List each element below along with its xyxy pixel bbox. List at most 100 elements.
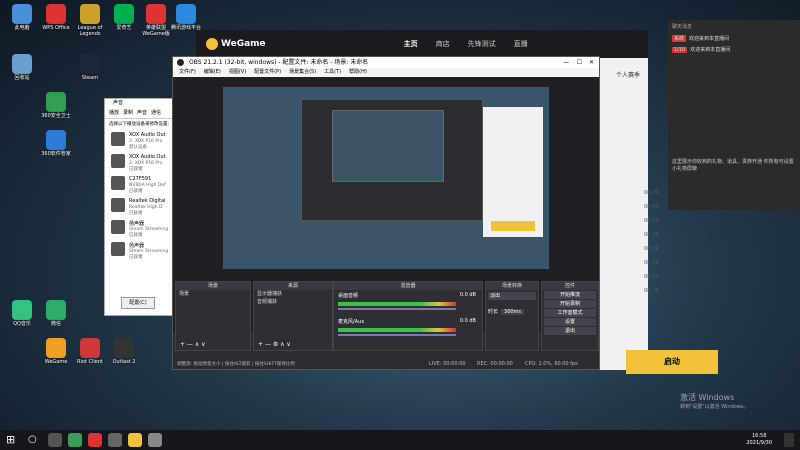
wegame-topbar: WeGame 主页 商店 先锋测试 直播 bbox=[196, 30, 648, 58]
sources-dock: 来源 显示器捕获 音频捕获 + — ⚙ ∧ ∨ bbox=[253, 281, 333, 351]
obs-control-button[interactable]: 退出 bbox=[544, 327, 596, 335]
clock-date: 2021/9/30 bbox=[746, 440, 772, 446]
windows-start-icon[interactable]: ⊞ bbox=[6, 433, 20, 447]
launch-button[interactable]: 启动 bbox=[626, 350, 718, 374]
obs-menubar: 文件(F) 编辑(E) 视图(V) 配置文件(P) 场景集合(S) 工具(T) 帮助(H) bbox=[173, 68, 599, 77]
transition-select[interactable]: 淡出 bbox=[488, 292, 536, 300]
duration-label: 时长 bbox=[488, 309, 499, 315]
chat-notice: 这里展示你收到的礼物、道具、贵族开通 你所有可设置小礼物屏蔽 bbox=[672, 159, 794, 172]
mixer-title: 混音器 bbox=[334, 282, 482, 290]
device-state: 已就绪 bbox=[129, 233, 143, 238]
app-icon bbox=[46, 92, 66, 112]
sound-tab[interactable]: 声音 bbox=[137, 109, 147, 116]
wegame-taskbar-icon[interactable] bbox=[128, 433, 142, 447]
minimize-icon[interactable]: — bbox=[563, 57, 569, 68]
desktop-icon[interactable]: 360软件管家 bbox=[36, 130, 76, 170]
speaker-icon bbox=[111, 220, 125, 234]
wegame-date: 08-29 bbox=[644, 190, 659, 196]
source-item-audio[interactable]: 音频捕获 bbox=[254, 298, 332, 306]
config-button[interactable]: 配置(C) bbox=[121, 297, 155, 309]
obs-preview-canvas[interactable] bbox=[223, 87, 549, 269]
mixer-track-name: 麦克风/Aux bbox=[338, 319, 365, 325]
activation-title: 激活 Windows bbox=[680, 393, 735, 402]
transition-dock: 场景转换 淡出 时长 300ms bbox=[485, 281, 539, 351]
wegame-date-list: 08-29 08-29 08-29 08-29 08-29 08-29 08-29 08-29 bbox=[644, 190, 664, 302]
mixer-track: 麦克风/Aux 0.0 dB bbox=[334, 316, 482, 342]
volume-slider[interactable] bbox=[338, 308, 456, 310]
app-icon bbox=[80, 4, 100, 24]
browser-icon[interactable] bbox=[68, 433, 82, 447]
app-icon bbox=[80, 338, 100, 358]
app-icon[interactable] bbox=[88, 433, 102, 447]
volume-meter bbox=[338, 328, 456, 332]
sound-tab[interactable]: 播放 bbox=[109, 109, 119, 116]
obs-control-button[interactable]: 开始录制 bbox=[544, 300, 596, 308]
obs-control-button[interactable]: 开始推流 bbox=[544, 291, 596, 299]
desktop-icon[interactable]: Outlast 2 bbox=[104, 338, 144, 378]
nested-wegame-preview bbox=[483, 107, 543, 237]
mixer-track: 桌面音频 0.0 dB bbox=[334, 290, 482, 316]
sound-tab[interactable]: 通信 bbox=[151, 109, 161, 116]
obs-menu-item[interactable]: 帮助(H) bbox=[349, 68, 367, 77]
desktop-icon[interactable]: Steam bbox=[70, 54, 110, 94]
wegame-date: 08-29 bbox=[644, 274, 659, 280]
sound-taskbar-icon[interactable] bbox=[148, 433, 162, 447]
wegame-date: 08-29 bbox=[644, 246, 659, 252]
sources-title: 来源 bbox=[254, 282, 332, 290]
obs-menu-item[interactable]: 工具(T) bbox=[324, 68, 341, 77]
obs-menu-item[interactable]: 场景集合(S) bbox=[289, 68, 316, 77]
obs-menu-item[interactable]: 视图(V) bbox=[229, 68, 246, 77]
app-icon bbox=[46, 300, 66, 320]
desktop-icon-label: 回收站 bbox=[14, 75, 30, 81]
activation-subtitle: 转到"设置"以激活 Windows。 bbox=[680, 404, 749, 410]
app-icon bbox=[114, 338, 134, 358]
desktop-icon[interactable]: 360安全卫士 bbox=[36, 92, 76, 132]
notification-icon[interactable] bbox=[784, 433, 794, 447]
wegame-nav-item[interactable]: 先锋测试 bbox=[468, 39, 496, 49]
scenes-dock: 场景 场景 + — ∧ ∨ bbox=[175, 281, 251, 351]
activation-watermark: 激活 Windows 转到"设置"以激活 Windows。 bbox=[680, 392, 749, 410]
obs-taskbar-icon[interactable] bbox=[108, 433, 122, 447]
duration-input[interactable]: 300ms bbox=[501, 308, 525, 315]
speaker-icon bbox=[111, 198, 125, 212]
desktop-icon[interactable]: 回收站 bbox=[2, 54, 42, 94]
device-name: C27F591 bbox=[129, 176, 152, 182]
wegame-date: 08-29 bbox=[644, 204, 659, 210]
obs-menu-item[interactable]: 文件(F) bbox=[179, 68, 196, 77]
scene-add-remove-icon[interactable]: + — ∧ ∨ bbox=[180, 341, 206, 348]
device-name: 扬声器 bbox=[129, 221, 145, 227]
wegame-date: 08-29 bbox=[644, 260, 659, 266]
status-rec: REC: 00:00:00 bbox=[477, 361, 513, 367]
close-icon[interactable]: ✕ bbox=[589, 57, 594, 68]
obs-statusbar: 调整源: 拖动改变大小 | 按住ALT裁剪 | 按住SHIFT保持比例 LIVE… bbox=[173, 359, 599, 369]
wegame-logo-icon bbox=[206, 38, 218, 50]
source-item-display[interactable]: 显示器捕获 bbox=[254, 290, 332, 298]
scene-item[interactable]: 场景 bbox=[176, 290, 250, 298]
system-clock[interactable]: 16:58 2021/9/30 bbox=[746, 433, 772, 447]
app-icon bbox=[114, 4, 134, 24]
transition-title: 场景转换 bbox=[486, 282, 538, 290]
chat-line: 系统 欢迎来到本直播间 bbox=[668, 33, 800, 44]
obs-control-button[interactable]: 工作室模式 bbox=[544, 309, 596, 317]
chat-text: 欢迎来到本直播间 bbox=[689, 36, 730, 42]
wegame-nav-item[interactable]: 直播 bbox=[514, 39, 528, 49]
obs-control-button[interactable]: 设置 bbox=[544, 318, 596, 326]
maximize-icon[interactable]: ☐ bbox=[577, 57, 582, 68]
desktop-icon-label: 360安全卫士 bbox=[41, 113, 71, 119]
sound-tab[interactable]: 录制 bbox=[123, 109, 133, 116]
volume-slider[interactable] bbox=[338, 334, 456, 336]
obs-hint: 调整源: 拖动改变大小 | 按住ALT裁剪 | 按住SHIFT保持比例 bbox=[177, 362, 295, 367]
search-icon[interactable]: ○ bbox=[28, 433, 42, 447]
speaker-icon bbox=[111, 176, 125, 190]
obs-menu-item[interactable]: 编辑(E) bbox=[204, 68, 221, 77]
task-view-icon[interactable] bbox=[48, 433, 62, 447]
wegame-date: 08-29 bbox=[644, 232, 659, 238]
desktop-icon[interactable]: 微信 bbox=[36, 300, 76, 340]
controls-dock: 控件 开始推流 开始录制 工作室模式 设置 退出 bbox=[541, 281, 599, 351]
wegame-nav-item[interactable]: 主页 bbox=[404, 39, 418, 49]
desktop-icon-label: 微信 bbox=[50, 321, 61, 327]
source-add-remove-icon[interactable]: + — ⚙ ∧ ∨ bbox=[258, 341, 291, 348]
scenes-title: 场景 bbox=[176, 282, 250, 290]
obs-menu-item[interactable]: 配置文件(P) bbox=[254, 68, 281, 77]
wegame-nav-item[interactable]: 商店 bbox=[436, 39, 450, 49]
